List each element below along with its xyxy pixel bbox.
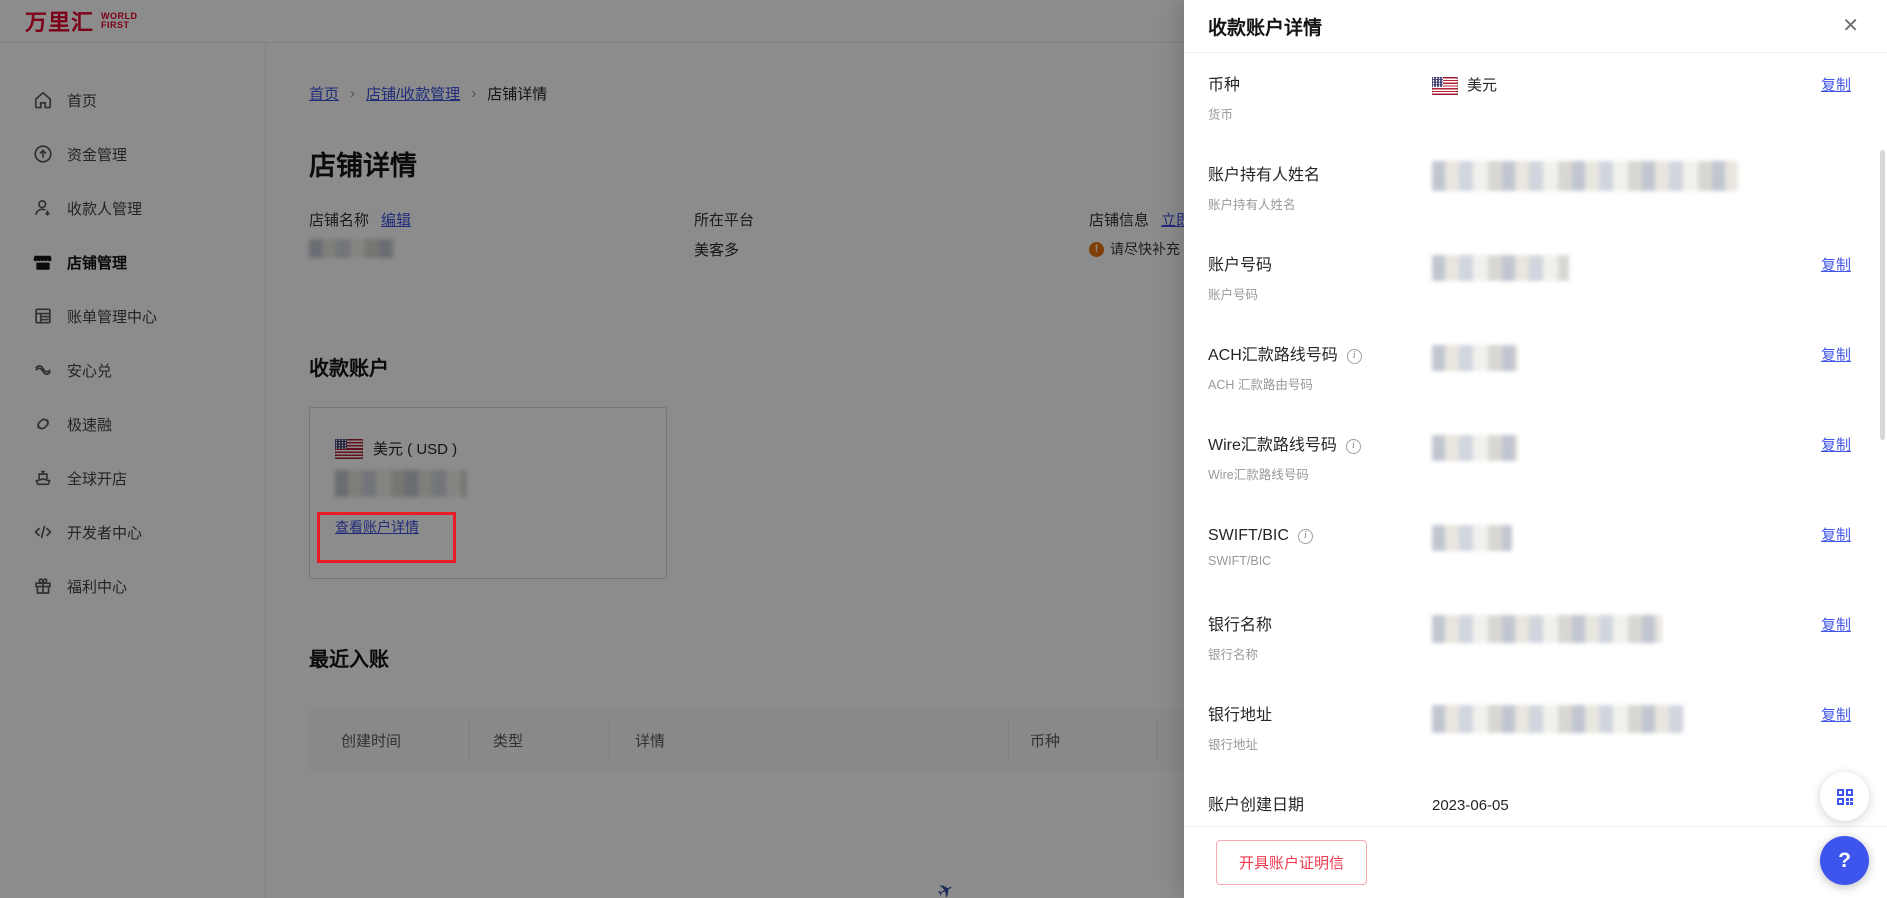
redacted-value	[1432, 161, 1738, 191]
drawer-body: 币种 货币 美元 复制 账户持有人姓名 账户持有人姓名 账户号码 账户号码 复制	[1184, 53, 1887, 826]
question-mark-icon: ?	[1838, 849, 1851, 873]
drawer-scrollbar[interactable]	[1880, 150, 1885, 440]
account-details-drawer: 收款账户详情 ✕ 币种 货币 美元 复制 账户持有人姓名 账户持有人姓名 账户号…	[1184, 0, 1887, 898]
field-row-currency: 币种 货币 美元 复制	[1208, 75, 1887, 165]
qr-code-button[interactable]	[1820, 772, 1869, 821]
field-value-text: 2023-06-05	[1432, 795, 1509, 817]
info-icon[interactable]: i	[1347, 349, 1362, 364]
field-label: Wire汇款路线号码	[1208, 435, 1337, 457]
redacted-value	[1432, 345, 1518, 371]
redacted-value	[1432, 705, 1684, 733]
app-root: 万里汇 WORLD FIRST 首页 资金管理 收款人管理 店铺管理 账单管理中…	[0, 0, 1887, 898]
field-row-swift-bic: SWIFT/BIC i SWIFT/BIC 复制	[1208, 525, 1887, 615]
help-button[interactable]: ?	[1820, 836, 1869, 885]
field-sublabel: 账户号码	[1208, 284, 1887, 303]
field-label: 币种	[1208, 75, 1240, 97]
field-label: 账户号码	[1208, 255, 1272, 277]
copy-button[interactable]: 复制	[1821, 705, 1851, 727]
field-value-text: 美元	[1467, 75, 1497, 97]
redacted-value	[1432, 435, 1518, 461]
copy-button[interactable]: 复制	[1821, 75, 1851, 97]
field-row-wire-routing: Wire汇款路线号码 i Wire汇款路线号码 复制	[1208, 435, 1887, 525]
us-flag-icon	[1432, 77, 1458, 95]
drawer-title: 收款账户详情	[1208, 13, 1322, 40]
field-row-account-created-date: 账户创建日期 2023-06-05	[1208, 795, 1887, 826]
field-label: 账户创建日期	[1208, 795, 1304, 817]
copy-button[interactable]: 复制	[1821, 345, 1851, 367]
redacted-value	[1432, 255, 1569, 281]
field-row-bank-address: 银行地址 银行地址 复制	[1208, 705, 1887, 795]
field-sublabel: 账户持有人姓名	[1208, 194, 1887, 213]
field-label: 账户持有人姓名	[1208, 165, 1320, 187]
copy-button[interactable]: 复制	[1821, 435, 1851, 457]
field-sublabel: 银行地址	[1208, 734, 1887, 753]
redacted-value	[1432, 615, 1662, 643]
field-row-ach-routing: ACH汇款路线号码 i ACH 汇款路由号码 复制	[1208, 345, 1887, 435]
field-row-holder-name: 账户持有人姓名 账户持有人姓名	[1208, 165, 1887, 255]
field-sublabel: ACH 汇款路由号码	[1208, 374, 1887, 393]
copy-button[interactable]: 复制	[1821, 255, 1851, 277]
copy-button[interactable]: 复制	[1821, 615, 1851, 637]
field-row-bank-name: 银行名称 银行名称 复制	[1208, 615, 1887, 705]
field-label: ACH汇款路线号码	[1208, 345, 1338, 367]
field-label: 银行名称	[1208, 615, 1272, 637]
field-sublabel: 货币	[1208, 104, 1887, 123]
issue-account-certificate-button[interactable]: 开具账户证明信	[1216, 840, 1367, 885]
drawer-header: 收款账户详情 ✕	[1184, 0, 1887, 53]
drawer-footer: 开具账户证明信	[1184, 826, 1887, 898]
field-label: SWIFT/BIC	[1208, 525, 1289, 547]
qr-code-icon	[1834, 786, 1856, 808]
copy-button[interactable]: 复制	[1821, 525, 1851, 547]
close-icon[interactable]: ✕	[1838, 12, 1863, 40]
info-icon[interactable]: i	[1298, 529, 1313, 544]
field-row-account-number: 账户号码 账户号码 复制	[1208, 255, 1887, 345]
field-sublabel: 银行名称	[1208, 644, 1887, 663]
field-label: 银行地址	[1208, 705, 1272, 727]
info-icon[interactable]: i	[1346, 439, 1361, 454]
field-sublabel: Wire汇款路线号码	[1208, 464, 1887, 483]
redacted-value	[1432, 525, 1512, 551]
field-sublabel: SWIFT/BIC	[1208, 554, 1887, 568]
